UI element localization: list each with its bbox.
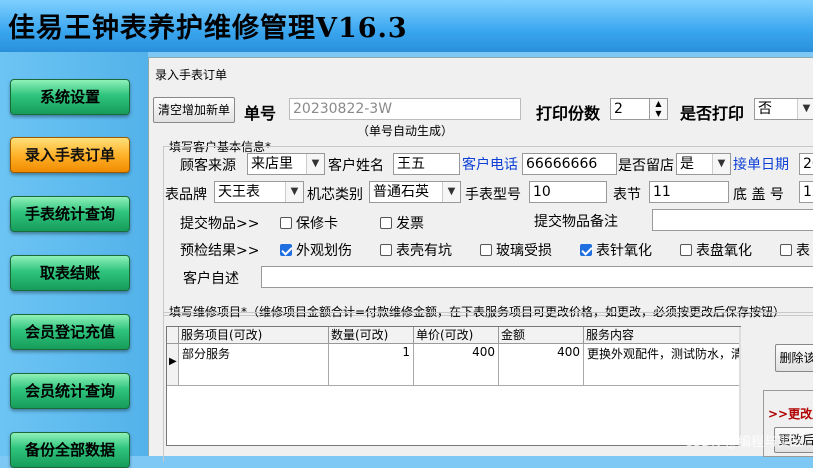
chevron-down-icon: ▼ — [285, 182, 303, 202]
movement-select-value: 普通石英 — [373, 184, 429, 200]
grid-scrollbar[interactable] — [739, 327, 741, 445]
movement-select[interactable]: 普通石英 ▼ — [369, 181, 461, 203]
grid-corner — [167, 327, 179, 344]
window-title: 录入手表订单 — [155, 68, 228, 82]
chevron-down-icon: ▼ — [712, 154, 730, 174]
brand-select-value: 天王表 — [218, 184, 260, 200]
app-title: 佳易王钟表养护维修管理V16.3 — [8, 13, 408, 44]
precheck-glass-checkbox[interactable]: 玻璃受损 — [480, 240, 552, 260]
stay-label: 是否留店 — [618, 158, 674, 174]
brand-label: 表品牌 — [165, 187, 207, 203]
checkbox-icon — [280, 217, 292, 229]
grid-header-price[interactable]: 单价(可改) — [414, 327, 499, 344]
watermark: CSDN @编程与实战 — [683, 435, 803, 450]
strap-label: 表节 — [613, 187, 641, 203]
change-label: >>更改后 — [768, 407, 813, 421]
grid-cell-service[interactable]: 部分服务 — [179, 344, 329, 386]
print-select-value: 否 — [758, 101, 772, 117]
grid-header-qty[interactable]: 数量(可改) — [329, 327, 414, 344]
invoice-text: 发票 — [396, 216, 424, 232]
customer-desc-label: 客户自述 — [183, 271, 239, 287]
submit-items-label: 提交物品>> — [180, 216, 260, 232]
chevron-down-icon: ▼ — [306, 154, 324, 174]
checkbox-icon — [680, 244, 692, 256]
chevron-down-icon: ▼ — [797, 99, 813, 119]
name-label: 客户姓名 — [328, 158, 384, 174]
sidebar-item-backup[interactable]: 备份全部数据 — [10, 432, 130, 468]
grid-cell-amount[interactable]: 400 — [499, 344, 584, 386]
clear-add-new-button[interactable]: 清空增加新单 — [153, 97, 235, 123]
model-label: 手表型号 — [465, 187, 521, 203]
grid-header-service[interactable]: 服务项目(可改) — [179, 327, 329, 344]
grid-header-content[interactable]: 服务内容 — [584, 327, 740, 344]
caseback-field[interactable]: 12 — [799, 181, 813, 203]
order-form-panel: 录入手表订单 清空增加新单 单号 20230822-3W （单号自动生成） 打印… — [148, 57, 813, 462]
phone-label: 客户电话 — [462, 157, 518, 173]
grid-header-amount[interactable]: 金额 — [499, 327, 584, 344]
grid-cell-qty[interactable]: 1 — [329, 344, 414, 386]
sidebar-item-checkout[interactable]: 取表结账 — [10, 255, 130, 291]
order-no-hint: （单号自动生成） — [357, 124, 454, 138]
checkbox-checked-icon — [280, 244, 292, 256]
order-no-label: 单号 — [244, 104, 277, 123]
warranty-card-checkbox[interactable]: 保修卡 — [280, 213, 338, 233]
brand-select[interactable]: 天王表 ▼ — [214, 181, 304, 203]
precheck-scratch-text: 外观划伤 — [296, 243, 352, 259]
print-copies-stepper[interactable]: ▲ ▼ — [649, 98, 668, 120]
checkbox-icon — [380, 244, 392, 256]
checkbox-checked-icon — [580, 244, 592, 256]
caseback-label: 底 盖 号 — [733, 187, 784, 203]
delete-item-button[interactable]: 删除该 — [775, 344, 813, 372]
date-field[interactable]: 20 — [799, 153, 813, 175]
grid-cell-price[interactable]: 400 — [414, 344, 499, 386]
movement-label: 机芯类别 — [307, 187, 363, 203]
precheck-dial-oxidation-checkbox[interactable]: 表盘氧化 — [680, 240, 752, 260]
sidebar-item-enter-order[interactable]: 录入手表订单 — [10, 137, 130, 173]
invoice-checkbox[interactable]: 发票 — [380, 213, 424, 233]
precheck-more-text: 表 — [796, 243, 810, 259]
precheck-case-dent-text: 表壳有坑 — [396, 243, 452, 259]
submit-note-label: 提交物品备注 — [534, 214, 618, 230]
row-selector[interactable]: ▶ — [167, 344, 179, 386]
source-select-value: 来店里 — [251, 156, 293, 172]
service-grid[interactable]: 服务项目(可改) 数量(可改) 单价(可改) 金额 服务内容 ▶ 部分服务 1 … — [166, 326, 741, 446]
sidebar-item-system-settings[interactable]: 系统设置 — [10, 79, 130, 115]
precheck-case-dent-checkbox[interactable]: 表壳有坑 — [380, 240, 452, 260]
print-select[interactable]: 否 ▼ — [754, 98, 813, 120]
precheck-scratch-checkbox[interactable]: 外观划伤 — [280, 240, 352, 260]
sidebar-item-watch-stats[interactable]: 手表统计查询 — [10, 196, 130, 232]
title-banner: 佳易王钟表养护维修管理V16.3 — [0, 0, 813, 52]
checkbox-icon — [380, 217, 392, 229]
print-copies-field[interactable]: 2 — [610, 98, 650, 120]
precheck-glass-text: 玻璃受损 — [496, 243, 552, 259]
stay-select-value: 是 — [680, 156, 694, 172]
checkbox-icon — [780, 244, 792, 256]
sidebar-item-member-stats[interactable]: 会员统计查询 — [10, 373, 130, 409]
stay-select[interactable]: 是 ▼ — [676, 153, 731, 175]
strap-field[interactable]: 11 — [649, 181, 729, 203]
order-no-field[interactable]: 20230822-3W — [289, 98, 521, 120]
grid-cell-content[interactable]: 更换外观配件，测试防水，清 — [584, 344, 740, 386]
source-select[interactable]: 来店里 ▼ — [247, 153, 325, 175]
precheck-hand-oxidation-checkbox[interactable]: 表针氧化 — [580, 240, 652, 260]
warranty-card-text: 保修卡 — [296, 216, 338, 232]
precheck-hand-oxidation-text: 表针氧化 — [596, 243, 652, 259]
precheck-more-checkbox[interactable]: 表 — [780, 240, 810, 260]
print-copies-label: 打印份数 — [536, 104, 601, 123]
model-field[interactable]: 10 — [529, 181, 607, 203]
checkbox-icon — [480, 244, 492, 256]
precheck-label: 预检结果>> — [180, 243, 260, 259]
chevron-down-icon: ▼ — [442, 182, 460, 202]
print-label: 是否打印 — [680, 104, 745, 123]
row-pointer-icon: ▶ — [169, 356, 177, 367]
customer-desc-field[interactable] — [261, 266, 813, 288]
date-label: 接单日期 — [733, 157, 789, 173]
sidebar-item-member-recharge[interactable]: 会员登记充值 — [10, 314, 130, 350]
phone-field[interactable]: 66666666 — [522, 153, 617, 175]
source-label: 顾客来源 — [180, 158, 236, 174]
name-field[interactable]: 王五 — [393, 153, 460, 175]
submit-note-field[interactable] — [652, 209, 813, 231]
precheck-dial-oxidation-text: 表盘氧化 — [696, 243, 752, 259]
sidebar: 系统设置 录入手表订单 手表统计查询 取表结账 会员登记充值 会员统计查询 备份… — [0, 52, 148, 468]
